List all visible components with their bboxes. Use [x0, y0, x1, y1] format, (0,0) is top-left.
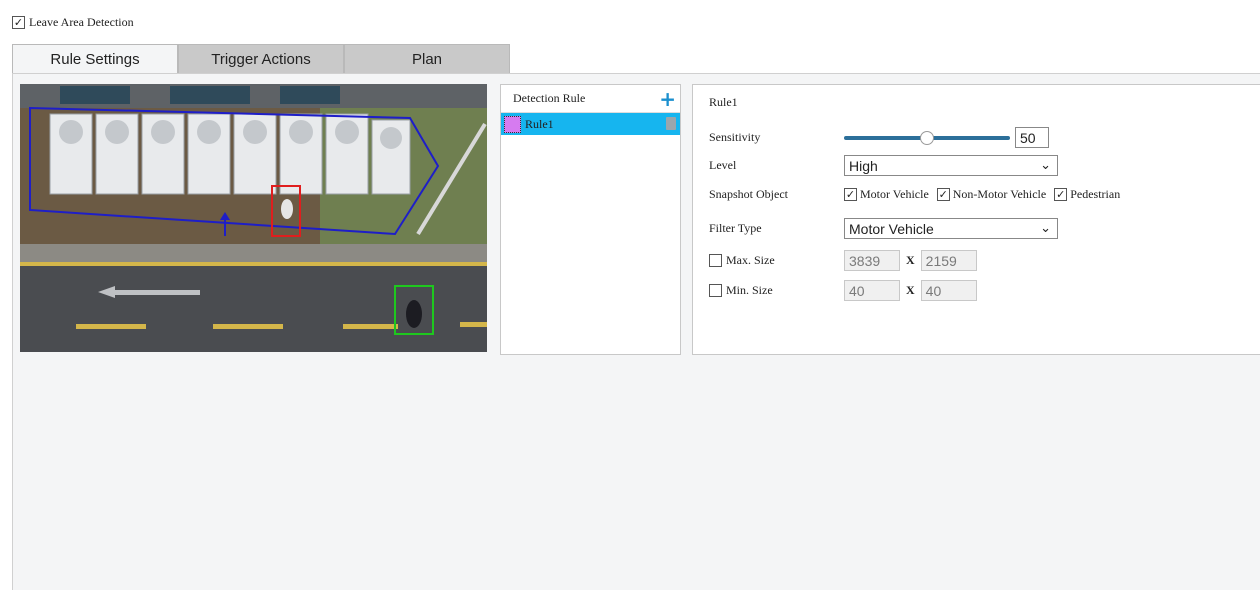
level-select[interactable]: High ⌄	[844, 155, 1058, 176]
tab-bar: Rule Settings Trigger Actions Plan	[12, 44, 510, 74]
motor-vehicle-checkbox[interactable]: ✓	[844, 188, 857, 201]
detection-rule-list: Detection Rule + Rule1	[500, 84, 681, 355]
rule-list-title: Detection Rule	[513, 91, 586, 105]
plus-icon[interactable]: +	[659, 89, 676, 109]
min-size-width-input[interactable]: 40	[844, 280, 900, 301]
filter-type-value: Motor Vehicle	[849, 220, 934, 237]
level-label: Level	[709, 158, 737, 172]
rule-color-swatch	[504, 115, 521, 133]
enable-label: Leave Area Detection	[29, 15, 134, 29]
tab-plan[interactable]: Plan	[344, 44, 510, 74]
min-size-height-input[interactable]: 40	[920, 280, 977, 301]
tab-rule-settings[interactable]: Rule Settings	[12, 44, 178, 74]
sensitivity-label: Sensitivity	[709, 130, 761, 144]
rule-list-header: Detection Rule +	[501, 85, 680, 113]
snapshot-object-label: Snapshot Object	[709, 187, 788, 201]
min-size-checkbox[interactable]	[709, 284, 722, 297]
snapshot-pedestrian[interactable]: ✓ Pedestrian	[1054, 187, 1120, 202]
pedestrian-label: Pedestrian	[1070, 187, 1121, 201]
min-size-label: Min. Size	[726, 283, 773, 297]
snapshot-non-motor-vehicle[interactable]: ✓ Non-Motor Vehicle	[936, 187, 1047, 202]
trash-icon[interactable]	[666, 117, 676, 130]
chevron-down-icon: ⌄	[1040, 158, 1051, 173]
rule-settings-form: Rule1 Sensitivity 50 Level High ⌄ Snapsh…	[692, 84, 1260, 355]
min-size-toggle[interactable]: Min. Size	[709, 283, 844, 298]
max-size-width-input[interactable]: 3839	[844, 250, 900, 271]
chevron-down-icon: ⌄	[1040, 221, 1051, 236]
filter-type-label: Filter Type	[709, 221, 762, 235]
tab-trigger-actions[interactable]: Trigger Actions	[178, 44, 344, 74]
max-size-height-input[interactable]: 2159	[920, 250, 977, 271]
video-preview[interactable]	[20, 84, 487, 352]
rule-name: Rule1	[709, 95, 738, 109]
sensitivity-input[interactable]: 50	[1015, 127, 1049, 148]
non-motor-vehicle-checkbox[interactable]: ✓	[936, 188, 950, 201]
x-separator: X	[906, 253, 915, 267]
level-value: High	[849, 157, 878, 174]
max-size-toggle[interactable]: Max. Size	[709, 253, 844, 268]
snapshot-motor-vehicle[interactable]: ✓ Motor Vehicle	[844, 187, 929, 202]
slider-knob[interactable]	[920, 130, 934, 145]
camera-scene	[20, 84, 487, 352]
sensitivity-slider[interactable]	[844, 130, 1010, 145]
max-size-label: Max. Size	[726, 253, 775, 267]
rule-list-item[interactable]: Rule1	[501, 113, 680, 135]
x-separator: X	[906, 283, 915, 297]
enable-checkbox[interactable]: ✓	[12, 16, 25, 29]
filter-type-select[interactable]: Motor Vehicle ⌄	[844, 218, 1058, 239]
motor-vehicle-label: Motor Vehicle	[860, 187, 929, 201]
non-motor-vehicle-label: Non-Motor Vehicle	[952, 187, 1047, 201]
max-size-checkbox[interactable]	[709, 254, 722, 267]
leave-area-detection-toggle[interactable]: ✓ Leave Area Detection	[12, 15, 134, 30]
rule-list-item-label: Rule1	[525, 116, 554, 131]
pedestrian-checkbox[interactable]: ✓	[1054, 188, 1068, 201]
